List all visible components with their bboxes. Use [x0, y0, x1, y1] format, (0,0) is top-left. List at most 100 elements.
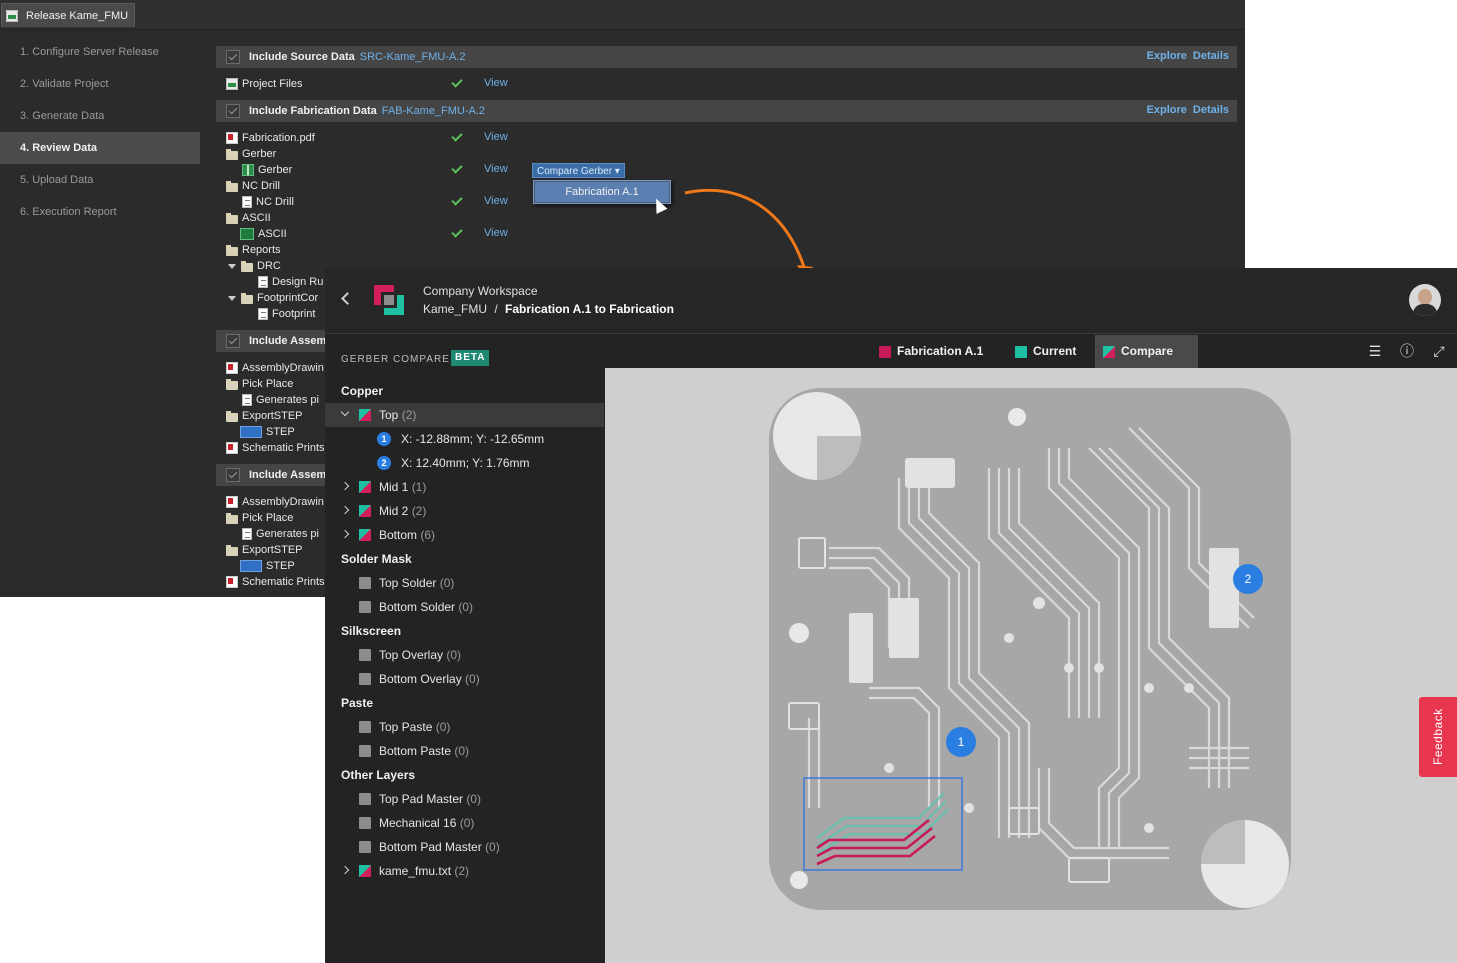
list-item[interactable]: Schematic Prints: [226, 574, 325, 590]
compare-gerber-button[interactable]: Compare Gerber ▾: [532, 163, 625, 178]
list-item[interactable]: ASCII: [240, 226, 287, 242]
section-checkbox[interactable]: [226, 468, 240, 482]
layer-count: (0): [458, 600, 474, 614]
layer-count: (6): [420, 528, 436, 542]
difference-point-1[interactable]: 1 X: -12.88mm; Y: -12.65mm: [377, 427, 617, 451]
step-upload[interactable]: 5. Upload Data: [0, 164, 200, 196]
layer-checkbox[interactable]: [359, 817, 371, 829]
list-item[interactable]: Schematic Prints: [226, 440, 325, 456]
document-icon: [258, 276, 268, 288]
list-item[interactable]: Footprint: [258, 306, 315, 322]
fullscreen-icon[interactable]: ⤢: [1431, 343, 1447, 359]
difference-marker-2[interactable]: 2: [1233, 564, 1263, 594]
layer-checkbox[interactable]: [359, 841, 371, 853]
list-item[interactable]: Gerber: [226, 146, 276, 162]
tab-current[interactable]: Current: [1007, 335, 1091, 368]
list-item[interactable]: ASCII: [226, 210, 271, 226]
list-item[interactable]: NC Drill: [242, 194, 294, 210]
group-copper: Copper: [341, 384, 383, 398]
chevron-right-icon[interactable]: [340, 865, 350, 875]
list-item[interactable]: AssemblyDrawin: [226, 360, 324, 376]
layer-bottom-overlay[interactable]: Bottom Overlay (0): [325, 667, 604, 691]
chevron-right-icon[interactable]: [340, 505, 350, 515]
release-document-tab[interactable]: Release Kame_FMU: [1, 3, 136, 27]
avatar[interactable]: [1409, 284, 1441, 316]
step-configure[interactable]: 1. Configure Server Release: [0, 36, 200, 68]
list-item[interactable]: Project Files: [226, 76, 303, 92]
layer-top-solder[interactable]: Top Solder (0): [325, 571, 604, 595]
layer-checkbox[interactable]: [359, 745, 371, 757]
layer-bottom-paste[interactable]: Bottom Paste (0): [325, 739, 604, 763]
list-item[interactable]: STEP: [240, 558, 295, 574]
layer-bottom[interactable]: Bottom (6): [325, 523, 604, 547]
layer-top-overlay[interactable]: Top Overlay (0): [325, 643, 604, 667]
info-icon[interactable]: ⓘ: [1399, 343, 1415, 359]
section-checkbox[interactable]: [226, 334, 240, 348]
list-item[interactable]: FootprintCor: [228, 290, 318, 306]
list-item[interactable]: STEP: [240, 424, 295, 440]
tab-compare[interactable]: Compare: [1095, 335, 1198, 368]
swatch-new: [1015, 346, 1027, 358]
view-link[interactable]: View: [484, 77, 508, 89]
breadcrumb-project[interactable]: Kame_FMU: [423, 302, 487, 316]
list-item[interactable]: Design Ru: [258, 274, 323, 290]
expand-triangle-icon[interactable]: [228, 263, 236, 269]
difference-point-2[interactable]: 2 X: 12.40mm; Y: 1.76mm: [377, 451, 617, 475]
back-chevron-icon[interactable]: [341, 292, 354, 305]
list-item[interactable]: ExportSTEP: [226, 542, 303, 558]
gerber-viewer[interactable]: Fabrication A.1 Current Compare ☰ ⓘ ⤢ 1 …: [605, 335, 1457, 963]
layer-mid2[interactable]: Mid 2 (2): [325, 499, 604, 523]
layer-top[interactable]: Top (2): [325, 403, 604, 427]
list-item[interactable]: Pick Place: [226, 376, 293, 392]
layer-checkbox[interactable]: [359, 577, 371, 589]
explore-link[interactable]: Explore: [1147, 104, 1187, 116]
compare-menu-item[interactable]: Fabrication A.1: [535, 182, 669, 202]
step-review[interactable]: 4. Review Data: [0, 132, 200, 164]
section-checkbox[interactable]: [226, 50, 240, 64]
layer-top-pad-master[interactable]: Top Pad Master (0): [325, 787, 604, 811]
layer-bottom-solder[interactable]: Bottom Solder (0): [325, 595, 604, 619]
list-item[interactable]: NC Drill: [226, 178, 280, 194]
list-item[interactable]: AssemblyDrawin: [226, 494, 324, 510]
release-icon: [6, 9, 18, 22]
view-link[interactable]: View: [484, 227, 508, 239]
layer-checkbox[interactable]: [359, 793, 371, 805]
section-checkbox[interactable]: [226, 104, 240, 118]
chevron-right-icon[interactable]: [340, 481, 350, 491]
layer-mechanical-16[interactable]: Mechanical 16 (0): [325, 811, 604, 835]
layer-kame-fmu-txt[interactable]: kame_fmu.txt (2): [325, 859, 604, 883]
layer-top-paste[interactable]: Top Paste (0): [325, 715, 604, 739]
list-item[interactable]: Reports: [226, 242, 281, 258]
expand-triangle-icon[interactable]: [228, 295, 236, 301]
layer-checkbox[interactable]: [359, 673, 371, 685]
layer-mid1[interactable]: Mid 1 (1): [325, 475, 604, 499]
layer-checkbox[interactable]: [359, 721, 371, 733]
chevron-right-icon[interactable]: [340, 529, 350, 539]
difference-marker-1[interactable]: 1: [946, 727, 976, 757]
layer-checkbox[interactable]: [359, 601, 371, 613]
list-item[interactable]: Pick Place: [226, 510, 293, 526]
explore-link[interactable]: Explore: [1147, 50, 1187, 62]
chevron-down-icon[interactable]: [340, 407, 350, 417]
tab-fabrication-a1[interactable]: Fabrication A.1: [871, 335, 989, 368]
view-link[interactable]: View: [484, 131, 508, 143]
list-item[interactable]: Generates pi: [242, 526, 319, 542]
list-item[interactable]: Fabrication.pdf: [226, 130, 315, 146]
list-item[interactable]: Gerber: [242, 162, 292, 178]
layers-toggle-icon[interactable]: ☰: [1367, 343, 1383, 359]
list-item[interactable]: Generates pi: [242, 392, 319, 408]
pdf-icon: [226, 576, 238, 588]
layer-bottom-pad-master[interactable]: Bottom Pad Master (0): [325, 835, 604, 859]
list-item[interactable]: DRC: [228, 258, 281, 274]
step-generate[interactable]: 3. Generate Data: [0, 100, 200, 132]
layer-checkbox[interactable]: [359, 649, 371, 661]
view-link[interactable]: View: [484, 163, 508, 175]
document-icon: [242, 196, 252, 208]
feedback-button[interactable]: Feedback: [1419, 697, 1457, 777]
details-link[interactable]: Details: [1193, 50, 1229, 62]
details-link[interactable]: Details: [1193, 104, 1229, 116]
step-validate[interactable]: 2. Validate Project: [0, 68, 200, 100]
view-link[interactable]: View: [484, 195, 508, 207]
step-report[interactable]: 6. Execution Report: [0, 196, 200, 228]
list-item[interactable]: ExportSTEP: [226, 408, 303, 424]
